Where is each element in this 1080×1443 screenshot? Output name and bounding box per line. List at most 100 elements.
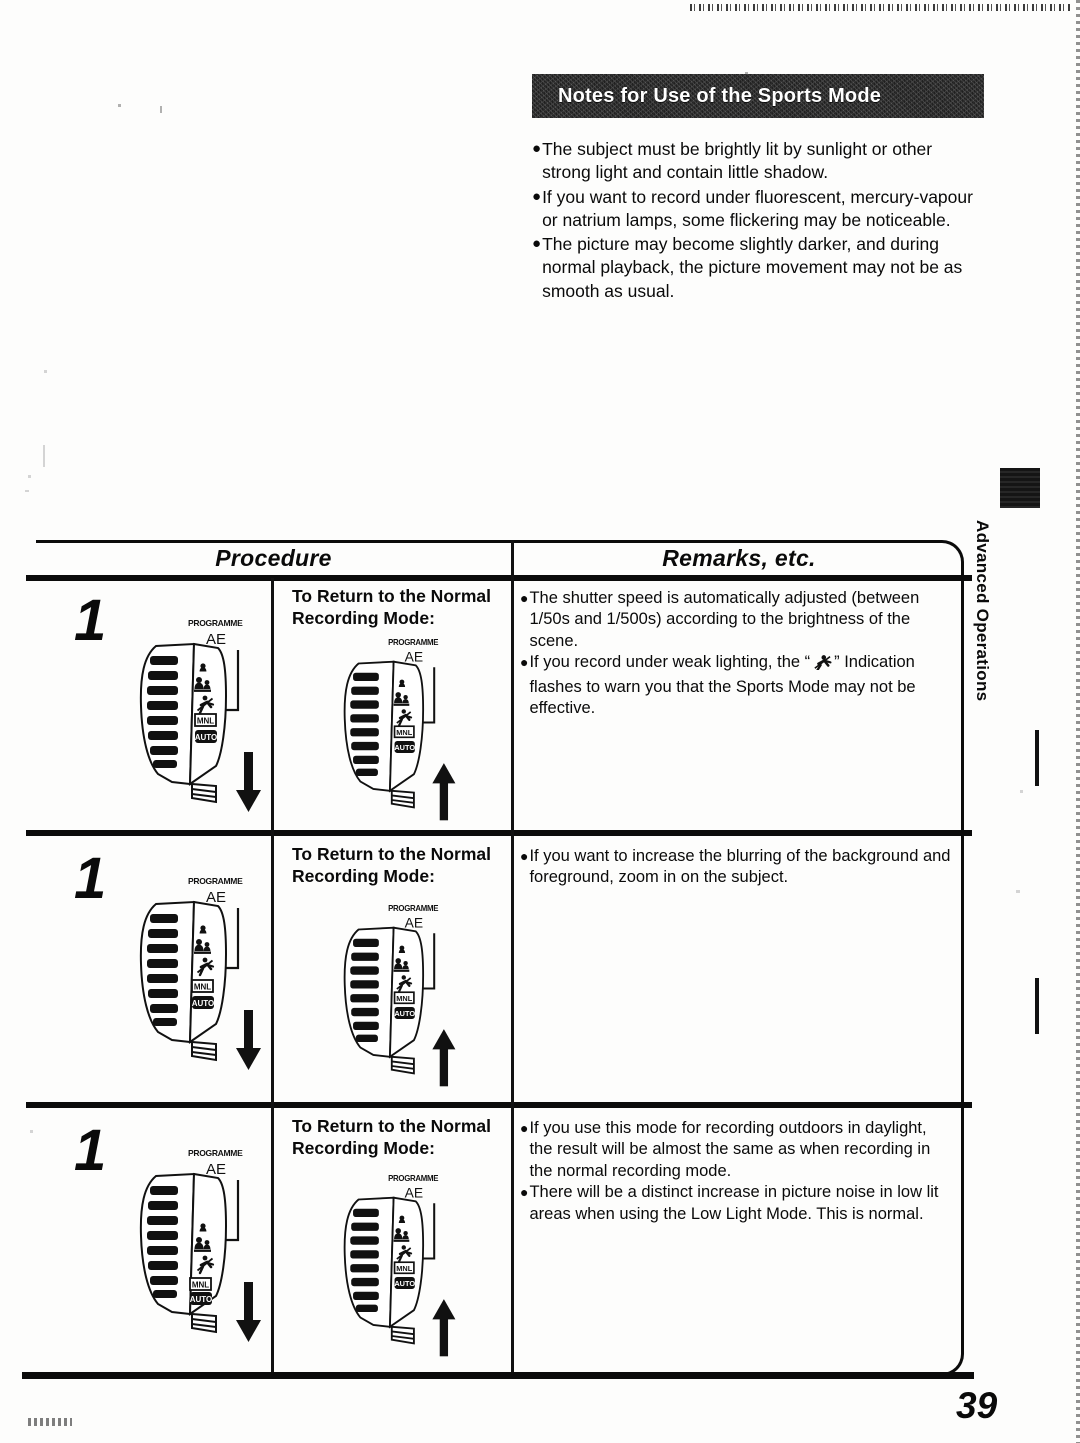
mnl-button: MNL xyxy=(393,1261,415,1275)
bullet-icon: ● xyxy=(520,1184,529,1201)
remarks-list: ● The shutter speed is automatically adj… xyxy=(514,578,964,720)
remark-text: If you use this mode for recording outdo… xyxy=(529,1119,931,1180)
step-number: 1 xyxy=(74,846,107,911)
list-item: ● If you want to record under fluorescen… xyxy=(532,186,984,233)
bullet-icon: ● xyxy=(520,590,529,606)
down-arrow-icon xyxy=(236,752,261,812)
document-page: Notes for Use of the Sports Mode ● The s… xyxy=(0,0,1080,1443)
svg-text:MNL: MNL xyxy=(396,994,412,1003)
mnl-button: MNL xyxy=(189,1277,212,1291)
scan-speck xyxy=(25,490,29,492)
remark-text-prefix: If you record under weak lighting, the “ xyxy=(529,653,811,672)
remarks-list: ● If you use this mode for recording out… xyxy=(514,1108,964,1225)
note-text: The picture may become slightly darker, … xyxy=(542,234,963,301)
auto-button: AUTO xyxy=(192,996,214,1009)
svg-text:AE: AE xyxy=(405,1185,423,1201)
auto-button: AUTO xyxy=(394,1006,415,1019)
scan-speck xyxy=(43,445,45,467)
scan-speck xyxy=(44,370,47,373)
note-text: The subject must be brightly lit by sunl… xyxy=(542,139,933,183)
up-arrow-icon xyxy=(432,1299,456,1357)
down-arrow-icon xyxy=(236,1282,261,1342)
svg-text:PROGRAMME: PROGRAMME xyxy=(188,618,243,628)
mode-dial-illustration: PROGRAMME AE MNL AUTO xyxy=(336,634,466,824)
remark-text: If you record under weak lighting, the “… xyxy=(529,652,952,719)
scan-edge-artifact-top xyxy=(690,4,1070,11)
column-header-remarks: Remarks, etc. xyxy=(662,545,816,571)
mnl-button: MNL xyxy=(393,725,415,739)
svg-text:MNL: MNL xyxy=(197,717,214,726)
cell-return-instruction: To Return to the Normal Recording Mode: … xyxy=(274,836,511,1102)
svg-text:PROGRAMME: PROGRAMME xyxy=(188,1148,243,1158)
up-arrow-icon xyxy=(432,1029,456,1087)
mnl-button: MNL xyxy=(393,991,415,1005)
cell-return-instruction: To Return to the Normal Recording Mode: … xyxy=(274,578,511,830)
note-text: If you want to record under fluorescent,… xyxy=(542,186,973,230)
bullet-icon: ● xyxy=(520,848,529,864)
svg-text:AUTO: AUTO xyxy=(195,733,218,742)
remark-text: If you want to increase the blurring of … xyxy=(529,847,951,887)
cell-procedure-step: 1 PROGRAMME AE MNL AUTO xyxy=(36,1108,271,1372)
scan-speck xyxy=(118,104,121,107)
bullet-icon: ● xyxy=(532,187,542,205)
return-to-normal-title: To Return to the Normal Recording Mode: xyxy=(292,844,491,886)
auto-button: AUTO xyxy=(190,1292,212,1305)
mnl-button: MNL xyxy=(191,979,214,993)
registration-tick xyxy=(1035,730,1039,786)
svg-text:MNL: MNL xyxy=(194,983,211,992)
svg-text:AUTO: AUTO xyxy=(394,743,415,752)
notes-panel: Notes for Use of the Sports Mode ● The s… xyxy=(532,74,984,304)
svg-text:AUTO: AUTO xyxy=(394,1279,415,1288)
scan-speck xyxy=(1020,790,1023,793)
cell-remarks: ● The shutter speed is automatically adj… xyxy=(514,578,964,830)
svg-text:AE: AE xyxy=(206,631,226,648)
mode-dial-illustration: PROGRAMME AE MNL AUTO xyxy=(132,872,272,1078)
list-item: ● The subject must be brightly lit by su… xyxy=(532,138,984,185)
table-row: 1 PROGRAMME AE MNL AUTO To Return to the… xyxy=(36,578,964,830)
svg-text:PROGRAMME: PROGRAMME xyxy=(388,1174,438,1183)
remarks-list: ● If you want to increase the blurring o… xyxy=(514,836,964,889)
notes-panel-header: Notes for Use of the Sports Mode xyxy=(532,74,984,118)
table-row: 1 PROGRAMME AE MNL AUTO To Return to the… xyxy=(36,1108,964,1372)
bullet-icon: ● xyxy=(520,654,529,671)
cell-procedure-step: 1 PROGRAMME AE MNL AUTO xyxy=(36,836,271,1102)
auto-button: AUTO xyxy=(195,730,218,743)
svg-text:MNL: MNL xyxy=(396,728,412,737)
list-item: ● If you use this mode for recording out… xyxy=(520,1118,952,1182)
svg-text:PROGRAMME: PROGRAMME xyxy=(388,904,438,913)
registration-tick xyxy=(1035,978,1039,1034)
svg-text:MNL: MNL xyxy=(192,1281,209,1290)
mnl-button: MNL xyxy=(194,713,217,727)
scan-edge-artifact-bottom-left xyxy=(28,1418,72,1426)
cell-return-instruction: To Return to the Normal Recording Mode: … xyxy=(274,1108,511,1372)
list-item: ● If you record under weak lighting, the… xyxy=(520,652,952,719)
scan-edge-artifact-right xyxy=(1076,0,1080,1443)
page-number: 39 xyxy=(956,1385,998,1426)
procedure-table: Procedure Remarks, etc. 1 PROGRAMME AE M… xyxy=(22,540,974,1379)
auto-button: AUTO xyxy=(394,1276,415,1289)
return-to-normal-title: To Return to the Normal Recording Mode: xyxy=(292,1116,491,1158)
svg-text:PROGRAMME: PROGRAMME xyxy=(388,638,438,647)
svg-text:AUTO: AUTO xyxy=(394,1009,415,1018)
remark-text: There will be a distinct increase in pic… xyxy=(529,1183,939,1223)
mode-dial-illustration: PROGRAMME AE MNL AUTO xyxy=(336,1170,466,1360)
bullet-icon: ● xyxy=(520,1120,529,1136)
scan-speck xyxy=(160,106,162,113)
auto-button: AUTO xyxy=(394,740,415,753)
notes-bullet-list: ● The subject must be brightly lit by su… xyxy=(532,138,984,303)
scan-speck xyxy=(30,1130,33,1133)
cell-remarks: ● If you want to increase the blurring o… xyxy=(514,836,964,1102)
svg-text:MNL: MNL xyxy=(396,1264,412,1273)
section-tab-label: Advanced Operations xyxy=(973,520,992,702)
scan-speck xyxy=(28,475,31,478)
cell-remarks: ● If you use this mode for recording out… xyxy=(514,1108,964,1372)
bullet-icon: ● xyxy=(532,235,542,253)
list-item: ● The shutter speed is automatically adj… xyxy=(520,588,952,652)
cell-procedure-step: 1 PROGRAMME AE MNL AUTO xyxy=(36,578,271,830)
sports-icon xyxy=(812,653,832,676)
table-header-row: Procedure Remarks, etc. xyxy=(36,540,964,575)
step-number: 1 xyxy=(74,588,107,653)
list-item: ● If you want to increase the blurring o… xyxy=(520,846,952,889)
svg-text:AE: AE xyxy=(405,915,423,931)
list-item: ● There will be a distinct increase in p… xyxy=(520,1182,952,1225)
